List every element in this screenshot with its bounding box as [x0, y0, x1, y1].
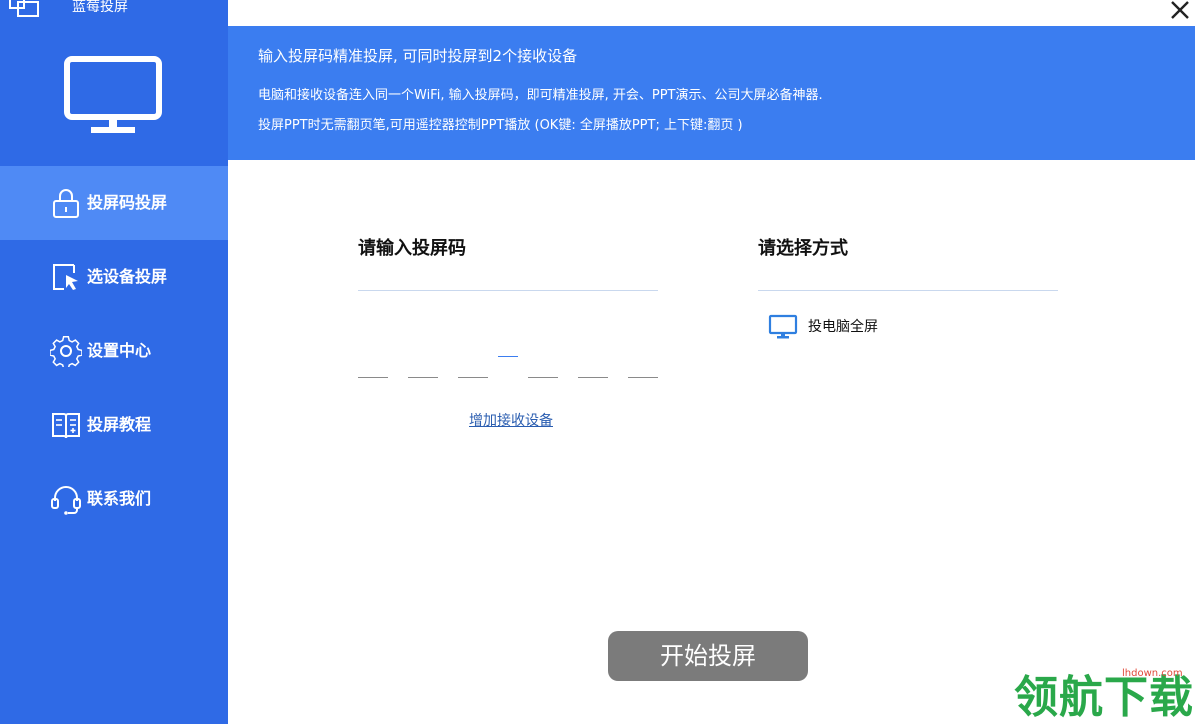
sidebar-item-cast-code[interactable]: 投屏码投屏: [0, 166, 228, 240]
add-receiver-device-link[interactable]: 增加接收设备: [469, 412, 553, 430]
banner-description: 电脑和接收设备连入同一个WiFi, 输入投屏码，即可精准投屏, 开会、PPT演示…: [258, 88, 823, 103]
book-icon: [52, 413, 80, 439]
sidebar-nav: 投屏码投屏 选设备投屏 设置中心 投屏教程 联系我们: [0, 166, 228, 536]
watermark-url: lhdown.com: [1122, 668, 1183, 679]
sidebar-item-label: 设置中心: [87, 341, 152, 360]
sidebar-item-label: 投屏教程: [87, 415, 152, 434]
start-cast-button[interactable]: 开始投屏: [608, 631, 808, 681]
code-digit-1[interactable]: [358, 377, 388, 378]
gear-icon: [50, 336, 82, 367]
sidebar-item-tutorial[interactable]: 投屏教程: [0, 388, 228, 462]
mode-section-title: 请选择方式: [758, 238, 848, 259]
monitor-icon: [768, 314, 798, 339]
sidebar-item-settings[interactable]: 设置中心: [0, 314, 228, 388]
code-input-cursor: [498, 356, 518, 357]
app-logo-icon: [9, 0, 39, 17]
sidebar-item-select-device[interactable]: 选设备投屏: [0, 240, 228, 314]
code-digit-3[interactable]: [458, 377, 488, 378]
banner-headline: 输入投屏码精准投屏, 可同时投屏到2个接收设备: [258, 47, 578, 65]
watermark-text: 领航下载: [1014, 672, 1194, 723]
close-icon[interactable]: [1168, 0, 1192, 22]
sidebar-item-label: 选设备投屏: [87, 267, 168, 286]
code-section-title: 请输入投屏码: [358, 238, 466, 259]
app-title-bar: 蓝莓投屏: [0, 0, 228, 22]
banner-tip: 投屏PPT时无需翻页笔,可用遥控器控制PPT播放 (OK键: 全屏播放PPT; …: [258, 118, 743, 133]
mode-option-full-screen[interactable]: 投电脑全屏: [768, 314, 968, 340]
code-digit-6[interactable]: [628, 377, 658, 378]
mode-option-label: 投电脑全屏: [808, 319, 878, 335]
app-title: 蓝莓投屏: [72, 0, 128, 15]
headset-icon: [51, 486, 81, 515]
code-digit-4[interactable]: [528, 377, 558, 378]
sidebar-item-contact[interactable]: 联系我们: [0, 462, 228, 536]
sidebar-item-label: 投屏码投屏: [87, 193, 168, 212]
sidebar: 蓝莓投屏 投屏码投屏 选设备投屏 设置中心 投屏教程 联系我们: [0, 0, 228, 724]
monitor-icon: [64, 56, 162, 133]
mode-section-divider: [758, 290, 1058, 291]
code-digit-5[interactable]: [578, 377, 608, 378]
watermark: 领航下载 lhdown.com: [1012, 668, 1195, 724]
sidebar-item-label: 联系我们: [87, 489, 152, 508]
lock-icon: [53, 189, 79, 218]
info-banner: 输入投屏码精准投屏, 可同时投屏到2个接收设备 电脑和接收设备连入同一个WiFi…: [228, 26, 1195, 160]
code-section-divider: [358, 290, 658, 291]
code-digit-2[interactable]: [408, 377, 438, 378]
cursor-select-icon: [53, 264, 78, 290]
